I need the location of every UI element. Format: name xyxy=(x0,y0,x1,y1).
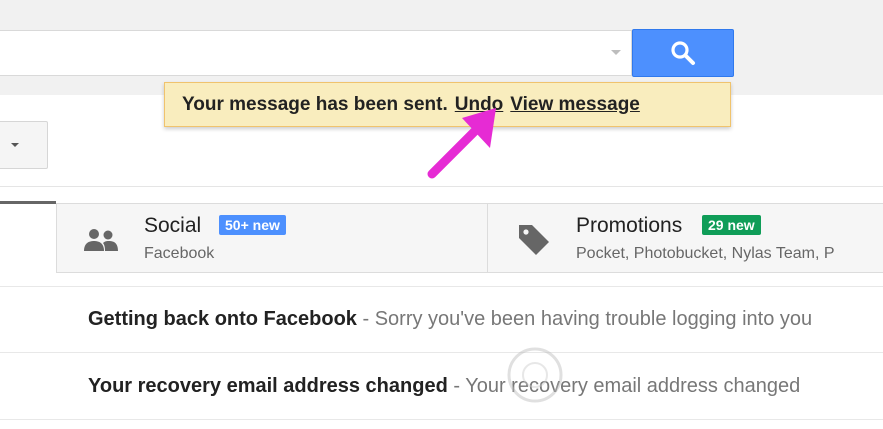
search-options-dropdown-icon[interactable] xyxy=(611,50,621,55)
search-input[interactable] xyxy=(0,30,632,76)
search-button[interactable] xyxy=(632,29,734,77)
table-row[interactable]: Your recovery email address changed - Yo… xyxy=(88,375,800,398)
new-count-badge: 50+ new xyxy=(219,215,286,235)
notice-message: Your message has been sent. xyxy=(182,93,448,115)
row-divider xyxy=(0,419,883,420)
annotation-arrow-icon xyxy=(427,108,496,179)
tab-title: Social xyxy=(144,214,202,237)
tab-senders: Pocket, Photobucket, Nylas Team, P xyxy=(576,245,835,262)
email-subject: Getting back onto Facebook xyxy=(88,308,357,330)
email-snippet: - Your recovery email address changed xyxy=(447,375,801,397)
tab-social[interactable]: Social 50+ new Facebook xyxy=(57,203,487,273)
table-row[interactable]: Getting back onto Facebook - Sorry you'v… xyxy=(88,308,812,331)
divider xyxy=(0,186,883,187)
people-icon xyxy=(84,229,118,251)
email-snippet: - Sorry you've been having trouble loggi… xyxy=(356,308,813,330)
view-message-link[interactable]: View message xyxy=(510,94,640,116)
tab-senders: Facebook xyxy=(144,245,215,262)
tab-active-indicator xyxy=(0,201,56,204)
select-dropdown-button[interactable] xyxy=(0,121,48,169)
watermark-logo-icon xyxy=(507,347,563,403)
tab-primary[interactable] xyxy=(0,203,56,273)
tag-icon xyxy=(519,225,549,255)
row-divider xyxy=(0,352,883,353)
search-icon xyxy=(671,41,695,65)
tab-title: Promotions xyxy=(576,214,683,237)
tab-promotions[interactable]: Promotions 29 new Pocket, Photobucket, N… xyxy=(488,203,883,273)
chevron-down-icon xyxy=(11,143,19,147)
row-divider xyxy=(0,286,883,287)
email-subject: Your recovery email address changed xyxy=(88,375,448,397)
new-count-badge: 29 new xyxy=(702,215,761,235)
